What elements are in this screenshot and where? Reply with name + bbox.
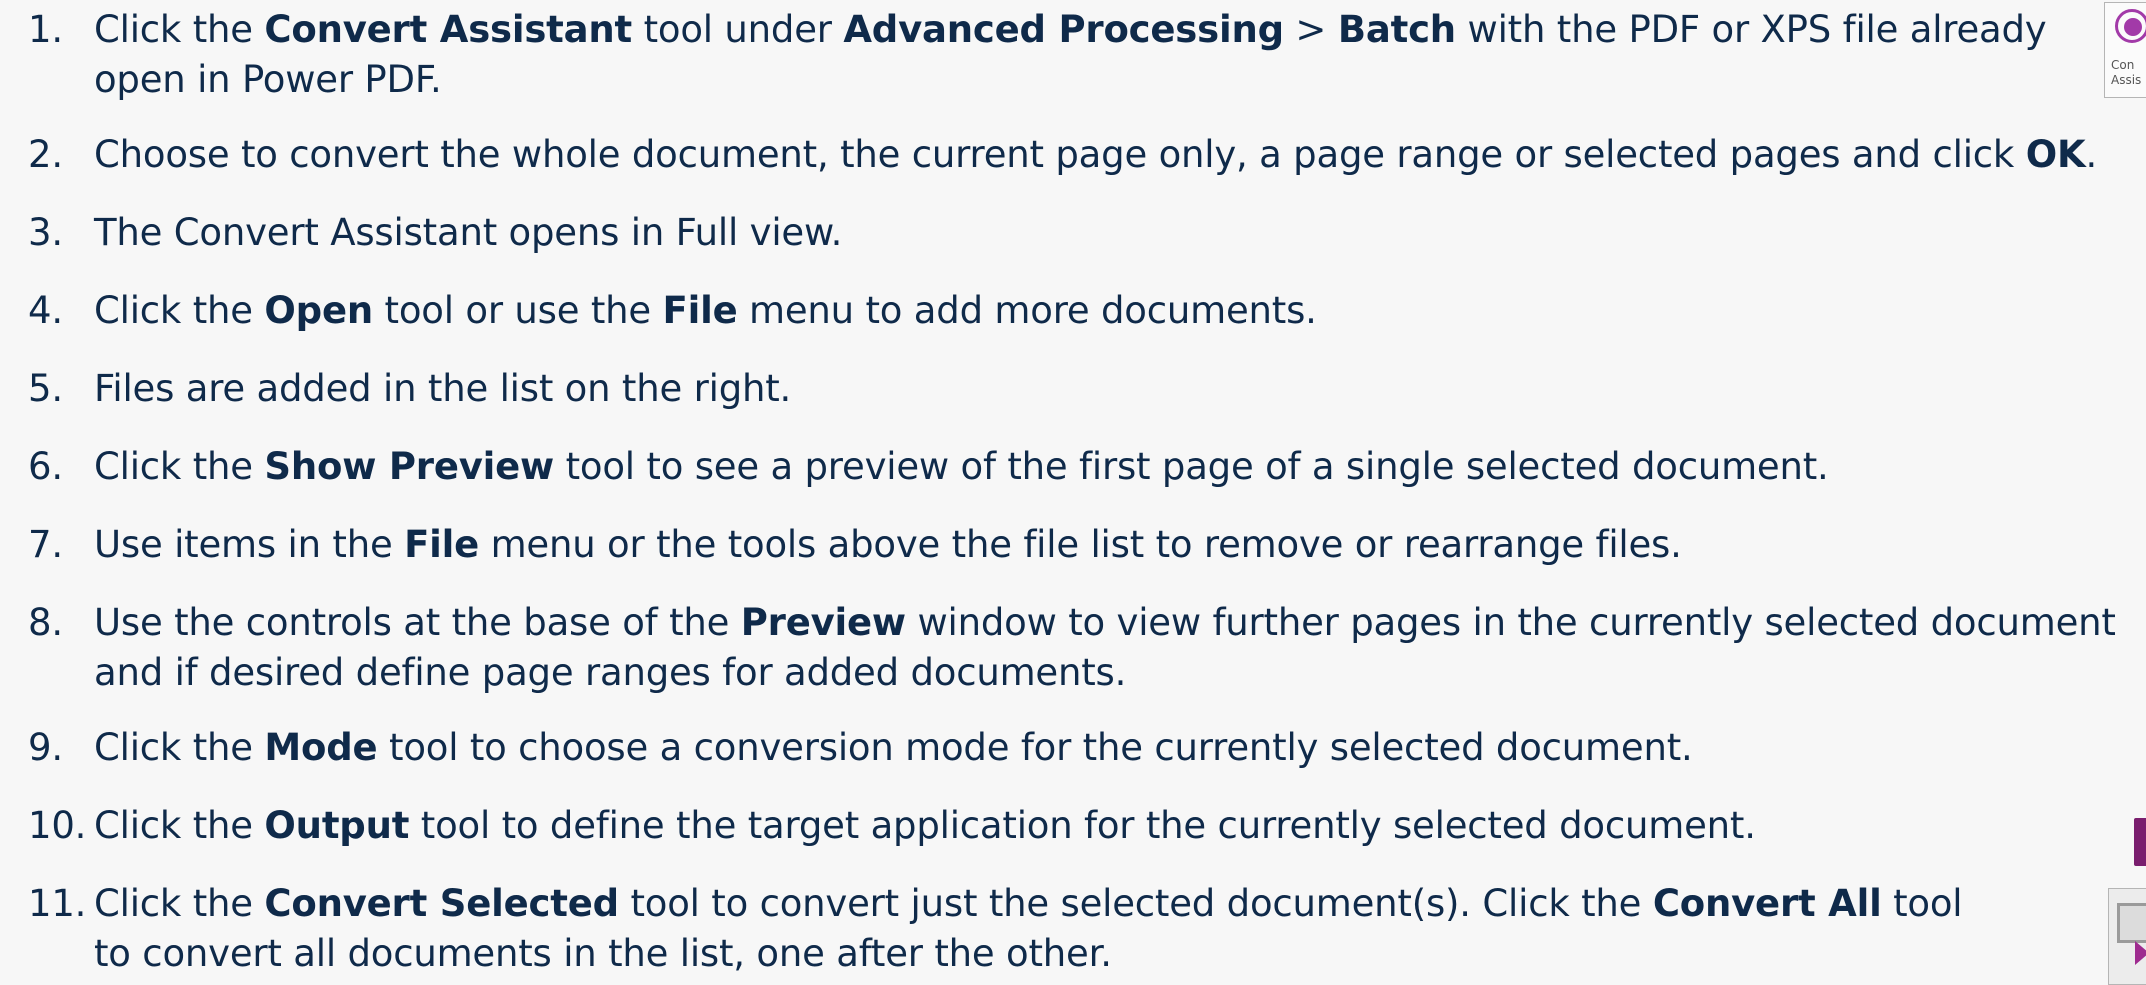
step-text-line: open in Power PDF.	[94, 55, 442, 105]
convert-selected-icon	[2108, 888, 2146, 985]
step-text-line: Choose to convert the whole document, th…	[94, 130, 2097, 180]
step-text: Use the controls at the base of the	[94, 601, 741, 644]
arrow-shape	[2135, 941, 2146, 965]
ui-term: Convert Selected	[264, 882, 619, 925]
step-text-line: Use items in the File menu or the tools …	[94, 520, 1682, 570]
step-text: and if desired define page ranges for ad…	[94, 651, 1127, 694]
step-text: open in Power PDF.	[94, 58, 442, 101]
step-text: The Convert Assistant opens in Full view…	[94, 211, 843, 254]
step-number: 8.	[28, 601, 63, 644]
ui-term: Convert Assistant	[264, 8, 633, 51]
step-number: 1.	[28, 8, 63, 51]
step-text: to convert all documents in the list, on…	[94, 932, 1112, 975]
step-text: menu to add more documents.	[737, 289, 1317, 332]
step-text-line: The Convert Assistant opens in Full view…	[94, 208, 842, 258]
ui-term: Convert All	[1652, 882, 1882, 925]
step-number: 2.	[28, 133, 63, 176]
step-text-line: Click the Mode tool to choose a conversi…	[94, 723, 1693, 773]
list-item: 5. Files are added in the list on the rig…	[28, 364, 2128, 414]
step-text: .	[2085, 133, 2098, 176]
step-text: Click the	[94, 804, 265, 847]
step-text: window to view further pages in the curr…	[905, 601, 2116, 644]
ui-term: Advanced Processing	[843, 8, 1284, 51]
step-text: tool or use the	[373, 289, 663, 332]
step-number: 10.	[28, 804, 87, 847]
ui-term: OK	[2025, 133, 2086, 176]
step-text: Files are added in the list on the right…	[94, 367, 792, 410]
ui-term: File	[404, 523, 480, 566]
step-text-line: and if desired define page ranges for ad…	[94, 648, 1126, 698]
step-text-line: Click the Convert Selected tool to conve…	[94, 879, 1963, 929]
list-item: 2. Choose to convert the whole document, …	[28, 130, 2128, 180]
step-text-line: Click the Convert Assistant tool under A…	[94, 5, 2047, 55]
convert-caption-line2: Assis	[2111, 73, 2142, 87]
ui-term: Show Preview	[264, 445, 555, 488]
list-item: 11. Click the Convert Selected tool to co…	[28, 879, 2128, 979]
step-text: tool to convert just the selected docume…	[618, 882, 1653, 925]
step-text: tool to define the target application fo…	[409, 804, 1756, 847]
step-number: 3.	[28, 211, 63, 254]
list-item: 6. Click the Show Preview tool to see a p…	[28, 442, 2128, 492]
list-item: 1. Click the Convert Assistant tool under…	[28, 5, 2128, 105]
convert-assistant-icon: Con Assis	[2104, 2, 2146, 98]
step-number: 11.	[28, 882, 87, 925]
output-icon	[2134, 818, 2146, 866]
step-text: tool under	[632, 8, 844, 51]
step-text-line: Click the Open tool or use the File menu…	[94, 286, 1317, 336]
step-text: Click the	[94, 445, 265, 488]
convert-assistant-caption: Con Assis	[2111, 58, 2141, 88]
step-text-line: Click the Show Preview tool to see a pre…	[94, 442, 1829, 492]
list-item: 10. Click the Output tool to define the t…	[28, 801, 2128, 851]
step-text: Choose to convert the whole document, th…	[94, 133, 2026, 176]
list-item: 9. Click the Mode tool to choose a conver…	[28, 723, 2128, 773]
step-text-line: Use the controls at the base of the Prev…	[94, 598, 2116, 648]
step-text: Click the	[94, 882, 265, 925]
list-item: 7. Use items in the File menu or the tool…	[28, 520, 2128, 570]
convert-ring-center	[2124, 18, 2142, 36]
step-text: with the PDF or XPS file already	[1455, 8, 2047, 51]
step-text-line: Files are added in the list on the right…	[94, 364, 791, 414]
step-number: 9.	[28, 726, 63, 769]
ui-term: Mode	[264, 726, 378, 769]
step-text: tool	[1881, 882, 1963, 925]
step-text: Click the	[94, 726, 265, 769]
list-item: 4. Click the Open tool or use the File me…	[28, 286, 2128, 336]
convert-caption-line1: Con	[2111, 58, 2135, 72]
step-text: Click the	[94, 8, 265, 51]
step-text-line: to convert all documents in the list, on…	[94, 929, 1112, 979]
step-number: 4.	[28, 289, 63, 332]
ui-term: File	[662, 289, 738, 332]
step-text-line: Click the Output tool to define the targ…	[94, 801, 1756, 851]
ui-term: Output	[264, 804, 410, 847]
step-text: menu or the tools above the file list to…	[479, 523, 1682, 566]
ui-term: Open	[264, 289, 373, 332]
step-number: 6.	[28, 445, 63, 488]
list-item: 8. Use the controls at the base of the Pr…	[28, 598, 2128, 698]
step-number: 5.	[28, 367, 63, 410]
step-text: tool to see a preview of the first page …	[554, 445, 1829, 488]
instruction-list: 1. Click the Convert Assistant tool under…	[0, 0, 2146, 985]
step-text: tool to choose a conversion mode for the…	[377, 726, 1693, 769]
step-text: >	[1283, 8, 1338, 51]
ui-term: Preview	[740, 601, 906, 644]
ui-term: Batch	[1337, 8, 1456, 51]
step-text: Use items in the	[94, 523, 405, 566]
step-number: 7.	[28, 523, 63, 566]
document-shape	[2117, 903, 2146, 943]
step-text: Click the	[94, 289, 265, 332]
list-item: 3. The Convert Assistant opens in Full vi…	[28, 208, 2128, 258]
